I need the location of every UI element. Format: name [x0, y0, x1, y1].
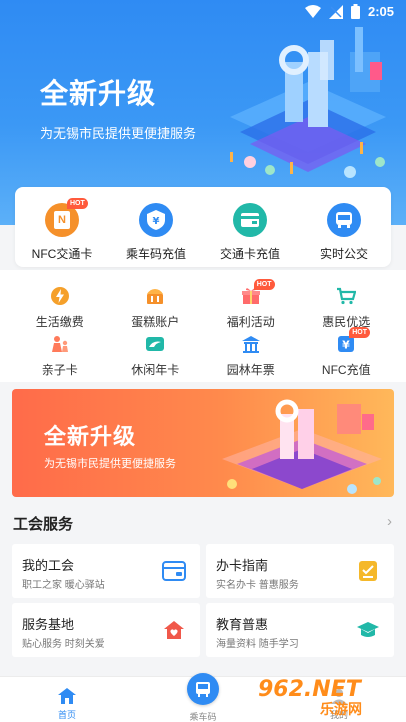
service-nfc-card[interactable]: N HOT NFC交通卡	[15, 187, 109, 267]
status-time: 2:05	[367, 4, 394, 19]
bus-code-icon	[187, 673, 219, 705]
hero-subtitle: 为无锡市民提供更便捷服务	[40, 126, 197, 141]
tab-bus-code[interactable]: 乘车码	[153, 673, 253, 722]
service-label: 实时公交	[319, 247, 368, 261]
union-section-header[interactable]: 工会服务 ›	[0, 505, 406, 539]
battery-icon	[350, 4, 360, 19]
card-subtitle: 海量资料 随手学习	[216, 639, 299, 650]
svg-text:¥: ¥	[342, 339, 350, 352]
family-icon	[49, 333, 71, 355]
home-icon	[58, 688, 76, 704]
card-title: 服务基地	[22, 617, 75, 632]
feature-cake-account[interactable]: 蛋糕账户	[108, 285, 204, 330]
yen-shield-icon: ¥	[139, 203, 173, 237]
feature-label: NFC充值	[321, 363, 371, 377]
nfc-card-icon: N HOT	[45, 198, 88, 237]
site-watermark-logo: 962.NET 乐游网	[258, 677, 363, 718]
feature-grid: 生活缴费 蛋糕账户 HOT 福利活动 惠民优选 亲子卡 休闲年卡 园林年票 ¥ …	[0, 270, 406, 382]
home-heart-icon	[162, 618, 186, 642]
card-subtitle: 职工之家 暖心驿站	[22, 580, 105, 591]
main-services-card: N HOT NFC交通卡 ¥ 乘车码充值 交通卡充值 实时公交	[15, 187, 391, 267]
tab-label: 乘车码	[189, 712, 217, 722]
feature-label: 休闲年卡	[131, 363, 180, 377]
feature-garden-ticket[interactable]: 园林年票	[203, 333, 299, 378]
hero-title: 全新升级	[40, 78, 157, 109]
wallet-icon	[162, 559, 186, 583]
feature-nfc-recharge[interactable]: ¥ HOT NFC充值	[299, 327, 395, 378]
garden-icon	[240, 333, 262, 355]
gift-icon: HOT	[240, 279, 275, 307]
cake-icon	[144, 285, 166, 307]
chevron-right-icon[interactable]: ›	[387, 513, 392, 530]
tab-label: 首页	[57, 710, 76, 720]
feature-label: 福利活动	[226, 315, 275, 329]
card-subtitle: 贴心服务 时刻关爱	[22, 639, 105, 650]
wifi-icon	[304, 4, 321, 18]
feature-welfare[interactable]: HOT 福利活动	[203, 279, 299, 330]
graduation-cap-icon	[356, 618, 380, 642]
feature-benefit-select[interactable]: 惠民优选	[299, 285, 395, 330]
card-title: 我的工会	[22, 558, 75, 573]
service-realtime-bus[interactable]: 实时公交	[297, 187, 391, 267]
service-label: NFC交通卡	[31, 247, 93, 261]
union-card-my-union[interactable]: 我的工会 职工之家 暖心驿站	[12, 544, 200, 598]
hot-badge: HOT	[67, 198, 88, 209]
feature-label: 生活缴费	[35, 315, 84, 329]
guide-icon	[356, 559, 380, 583]
leisure-card-icon	[144, 333, 166, 355]
feature-label: 蛋糕账户	[131, 315, 180, 329]
union-card-education[interactable]: 教育普惠 海量资料 随手学习	[206, 603, 394, 657]
section-title: 工会服务	[13, 516, 74, 533]
app-screen: 2:05 全新升级 为无锡市民提供更便捷服务 N HOT NFC交通卡 ¥ 乘车…	[0, 0, 406, 722]
service-label: 乘车码充值	[125, 247, 186, 261]
union-card-service-base[interactable]: 服务基地 贴心服务 时刻关爱	[12, 603, 200, 657]
promo-banner[interactable]: 全新升级 为无锡市民提供更便捷服务	[12, 389, 394, 497]
feature-row-2: 亲子卡 休闲年卡 园林年票 ¥ HOT NFC充值	[12, 327, 395, 378]
feature-label: 园林年票	[226, 363, 275, 377]
card-title: 教育普惠	[216, 617, 269, 632]
feature-row-1: 生活缴费 蛋糕账户 HOT 福利活动 惠民优选	[12, 279, 395, 330]
feature-leisure-card[interactable]: 休闲年卡	[108, 333, 204, 378]
hero-illustration	[230, 27, 386, 178]
hot-badge: HOT	[253, 279, 275, 290]
service-card-recharge[interactable]: 交通卡充值	[203, 187, 297, 267]
card-title: 办卡指南	[216, 558, 269, 573]
service-qr-recharge[interactable]: ¥ 乘车码充值	[109, 187, 203, 267]
service-label: 交通卡充值	[219, 247, 280, 261]
banner-subtitle: 为无锡市民提供更便捷服务	[44, 458, 176, 470]
signal-icon	[328, 4, 343, 19]
tab-home[interactable]: 首页	[17, 677, 117, 722]
svg-text:962.NET: 962.NET	[258, 677, 363, 702]
card-icon	[233, 203, 267, 237]
feature-life-payment[interactable]: 生活缴费	[12, 285, 108, 330]
banner-illustration	[222, 399, 382, 494]
nfc-recharge-icon: ¥ HOT	[335, 327, 371, 355]
feature-family-card[interactable]: 亲子卡	[12, 333, 108, 378]
feature-label: 亲子卡	[41, 363, 78, 377]
banner-title: 全新升级	[44, 424, 137, 449]
status-bar: 2:05	[0, 0, 406, 24]
bus-icon	[327, 203, 361, 237]
cart-icon	[335, 285, 357, 307]
card-subtitle: 实名办卡 普惠服务	[216, 580, 299, 591]
svg-text:¥: ¥	[153, 216, 160, 227]
svg-text:乐游网: 乐游网	[320, 701, 362, 718]
union-card-guide[interactable]: 办卡指南 实名办卡 普惠服务	[206, 544, 394, 598]
lightning-icon	[49, 285, 71, 307]
hot-badge: HOT	[349, 327, 371, 338]
